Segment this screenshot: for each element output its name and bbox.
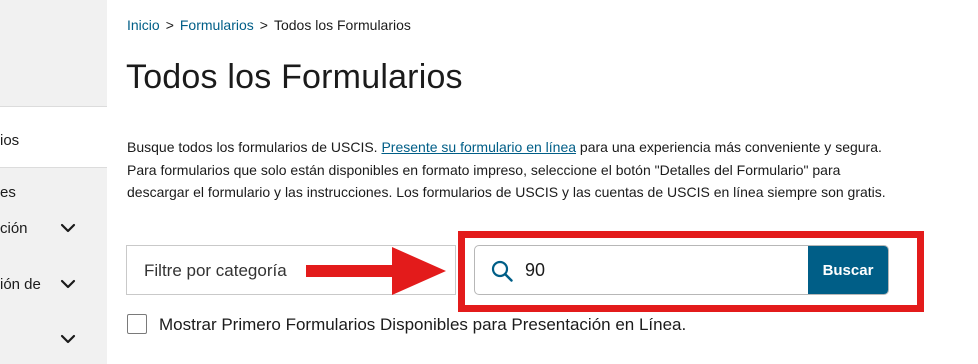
breadcrumb: Inicio > Formularios > Todos los Formularios xyxy=(127,17,411,33)
chevron-down-icon[interactable] xyxy=(60,220,76,236)
sidebar-top xyxy=(0,0,107,106)
sidebar-item-label[interactable]: ción xyxy=(0,220,28,237)
breadcrumb-separator: > xyxy=(259,17,268,33)
search-icon xyxy=(491,260,513,282)
sidebar-item-active[interactable]: ios xyxy=(0,107,107,167)
online-first-checkbox-label[interactable]: Mostrar Primero Formularios Disponibles … xyxy=(159,315,686,335)
sidebar-divider xyxy=(0,167,107,168)
search-button[interactable]: Buscar xyxy=(808,246,888,294)
breadcrumb-separator: > xyxy=(165,17,174,33)
breadcrumb-current: Todos los Formularios xyxy=(273,17,411,33)
description-text: Busque todos los formularios de USCIS. xyxy=(127,139,382,155)
search-input[interactable] xyxy=(525,246,808,294)
search-box: Buscar xyxy=(474,245,889,295)
breadcrumb-forms-link[interactable]: Formularios xyxy=(180,17,254,33)
sidebar-item-label[interactable]: ión de xyxy=(0,276,41,293)
chevron-down-icon[interactable] xyxy=(60,331,76,347)
page-title: Todos los Formularios xyxy=(126,58,463,96)
submit-online-link[interactable]: Presente su formulario en línea xyxy=(381,139,576,155)
online-first-checkbox[interactable] xyxy=(127,314,147,334)
breadcrumb-home-link[interactable]: Inicio xyxy=(127,17,160,33)
annotation-arrow xyxy=(306,247,446,295)
sidebar-item-label: ios xyxy=(0,132,20,149)
sidebar-item-label[interactable]: es xyxy=(0,184,16,201)
chevron-down-icon[interactable] xyxy=(60,276,76,292)
page-description: Busque todos los formularios de USCIS. P… xyxy=(127,136,887,204)
category-filter-placeholder: Filtre por categoría xyxy=(144,261,287,280)
sidebar: ios es ción ión de xyxy=(0,0,107,364)
